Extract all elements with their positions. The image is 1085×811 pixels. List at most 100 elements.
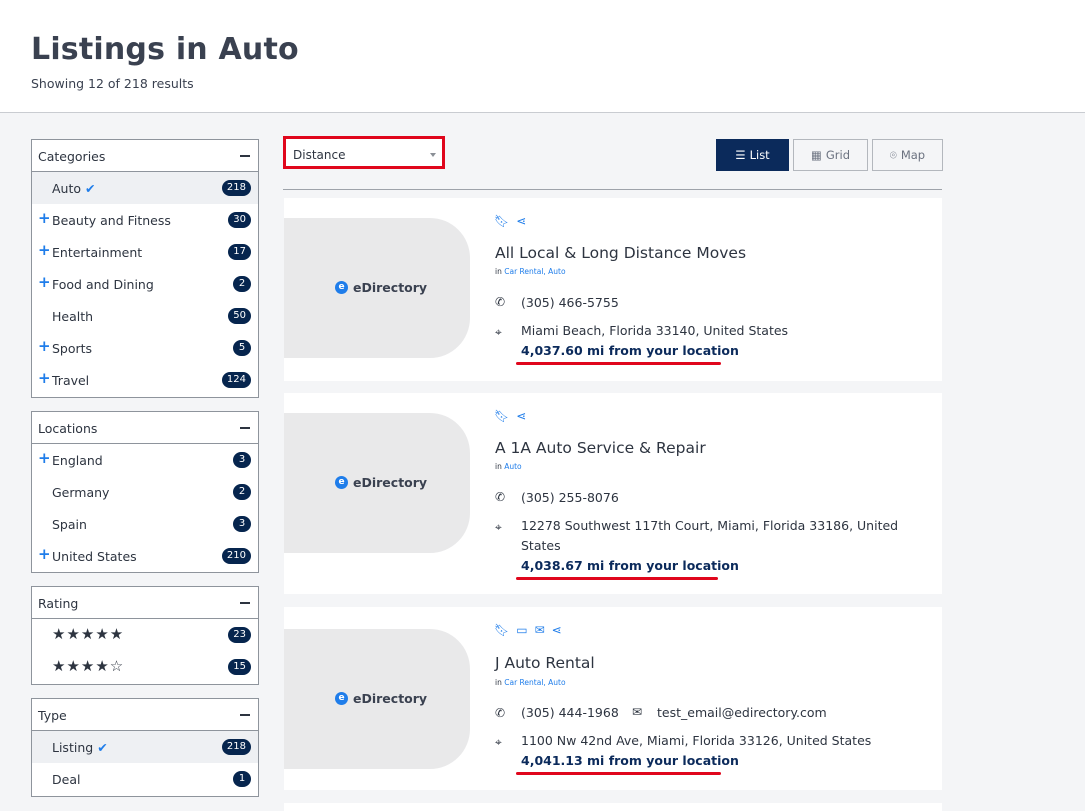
location-item-germany[interactable]: Germany 2 bbox=[32, 476, 258, 508]
plus-icon[interactable]: + bbox=[38, 339, 51, 354]
map-marker-icon: ⌖ bbox=[495, 735, 502, 749]
chevron-down-icon bbox=[430, 153, 436, 157]
location-item-spain[interactable]: Spain 3 bbox=[32, 508, 258, 540]
category-item-travel[interactable]: + Travel 124 bbox=[32, 364, 258, 396]
page-header: Listings in Auto Showing 12 of 218 resul… bbox=[0, 0, 1085, 113]
location-item-united-states[interactable]: + United States 210 bbox=[32, 540, 258, 572]
map-marker-icon: ⌖ bbox=[495, 325, 502, 339]
listing-card: e eDirectory 🔖︎ ⋖ A 1A Auto Service & Rep… bbox=[284, 393, 942, 594]
count-badge: 210 bbox=[221, 548, 251, 564]
listing-distance: 4,038.67 mi from your location bbox=[521, 558, 739, 573]
listing-card: e eDirectory 🔖︎ ▭ ✉ ⋖ J Auto Rental in Ca… bbox=[284, 607, 942, 790]
count-badge: 218 bbox=[221, 180, 251, 196]
category-item-food-and-dining[interactable]: + Food and Dining 2 bbox=[32, 268, 258, 300]
rating-item-4-stars[interactable]: ★★★★☆ 15 bbox=[32, 651, 258, 683]
plus-icon[interactable]: + bbox=[38, 451, 51, 466]
envelope-icon[interactable]: ✉ bbox=[535, 623, 545, 637]
category-item-auto[interactable]: Auto ✔ 218 bbox=[32, 172, 258, 204]
count-badge: 3 bbox=[233, 452, 251, 468]
results-count: Showing 12 of 218 results bbox=[31, 76, 194, 91]
rating-item-5-stars[interactable]: ★★★★★ 23 bbox=[32, 619, 258, 651]
listing-card-partial bbox=[284, 803, 942, 811]
list-view-button[interactable]: ☰ List bbox=[716, 139, 789, 171]
count-badge: 1 bbox=[233, 771, 251, 787]
listing-actions: 🔖︎ ⋖ bbox=[494, 409, 526, 423]
share-icon[interactable]: ⋖ bbox=[552, 623, 562, 637]
four-stars-icon: ★★★★☆ bbox=[52, 657, 125, 675]
locations-filter: Locations + England 3 Germany 2 Spain 3 … bbox=[31, 411, 259, 573]
collapse-icon[interactable] bbox=[240, 602, 250, 604]
listing-image[interactable]: e eDirectory bbox=[284, 629, 470, 769]
grid-icon: ▦ bbox=[810, 148, 822, 162]
listing-title[interactable]: A 1A Auto Service & Repair bbox=[495, 439, 706, 457]
distance-highlight bbox=[516, 362, 721, 365]
collapse-icon[interactable] bbox=[240, 714, 250, 716]
type-item-listing[interactable]: Listing ✔ 218 bbox=[32, 731, 258, 763]
listing-email[interactable]: test_email@edirectory.com bbox=[657, 703, 827, 723]
count-badge: 2 bbox=[233, 484, 251, 500]
collapse-icon[interactable] bbox=[240, 427, 250, 429]
category-label: Beauty and Fitness bbox=[52, 213, 171, 228]
listing-address: Miami Beach, Florida 33140, United State… bbox=[521, 323, 789, 338]
categories-filter-title: Categories bbox=[38, 149, 106, 164]
bookmark-icon[interactable]: 🔖︎ bbox=[494, 409, 509, 423]
categories-filter: Categories Auto ✔ 218 + Beauty and Fitnes… bbox=[31, 139, 259, 398]
listing-categories: in Car Rental, Auto bbox=[495, 678, 566, 687]
listing-distance: 4,041.13 mi from your location bbox=[521, 753, 739, 768]
plus-icon[interactable]: + bbox=[38, 547, 51, 562]
type-label: Listing bbox=[52, 740, 94, 755]
category-item-entertainment[interactable]: + Entertainment 17 bbox=[32, 236, 258, 268]
listing-image[interactable]: e eDirectory bbox=[284, 413, 470, 553]
page-title: Listings in Auto bbox=[31, 32, 299, 67]
collapse-icon[interactable] bbox=[240, 155, 250, 157]
category-item-sports[interactable]: + Sports 5 bbox=[32, 332, 258, 364]
check-icon: ✔ bbox=[97, 740, 108, 755]
sort-select[interactable]: Distance bbox=[283, 136, 445, 169]
map-view-button[interactable]: ⌾ Map bbox=[872, 139, 943, 171]
listing-title[interactable]: J Auto Rental bbox=[495, 654, 595, 672]
map-marker-icon: ⌾ bbox=[889, 147, 897, 162]
category-link[interactable]: Car Rental, Auto bbox=[504, 267, 565, 276]
edirectory-logo-icon: e bbox=[335, 692, 348, 705]
listing-title[interactable]: All Local & Long Distance Moves bbox=[495, 244, 746, 262]
count-badge: 15 bbox=[228, 659, 251, 675]
listing-image[interactable]: e eDirectory bbox=[284, 218, 470, 358]
category-link[interactable]: Car Rental, Auto bbox=[504, 678, 565, 687]
count-badge: 17 bbox=[228, 244, 251, 260]
locations-filter-header: Locations bbox=[32, 412, 258, 444]
type-item-deal[interactable]: Deal 1 bbox=[32, 763, 258, 795]
listing-categories: in Car Rental, Auto bbox=[495, 267, 566, 276]
category-label: Sports bbox=[52, 341, 93, 356]
check-icon: ✔ bbox=[85, 181, 96, 196]
category-item-beauty-and-fitness[interactable]: + Beauty and Fitness 30 bbox=[32, 204, 258, 236]
bookmark-icon[interactable]: 🔖︎ bbox=[494, 214, 509, 228]
listing-address: 12278 Southwest 117th Court, Miami, Flor… bbox=[521, 518, 899, 553]
listing-actions: 🔖︎ ⋖ bbox=[494, 214, 526, 228]
edirectory-logo-icon: e bbox=[335, 476, 348, 489]
plus-icon[interactable]: + bbox=[38, 371, 51, 386]
monitor-icon[interactable]: ▭ bbox=[516, 623, 527, 637]
plus-icon[interactable]: + bbox=[38, 243, 51, 258]
plus-icon[interactable]: + bbox=[38, 211, 51, 226]
location-label: England bbox=[52, 453, 103, 468]
locations-filter-title: Locations bbox=[38, 421, 98, 436]
count-badge: 124 bbox=[221, 372, 251, 388]
share-icon[interactable]: ⋖ bbox=[516, 214, 526, 228]
edirectory-logo-icon: e bbox=[335, 281, 348, 294]
share-icon[interactable]: ⋖ bbox=[516, 409, 526, 423]
plus-icon[interactable]: + bbox=[38, 275, 51, 290]
category-item-health[interactable]: Health 50 bbox=[32, 300, 258, 332]
grid-view-button[interactable]: ▦ Grid bbox=[793, 139, 868, 171]
type-filter-header: Type bbox=[32, 699, 258, 731]
listing-categories: in Auto bbox=[495, 462, 522, 471]
location-item-england[interactable]: + England 3 bbox=[32, 444, 258, 476]
count-badge: 3 bbox=[233, 516, 251, 532]
listing-actions: 🔖︎ ▭ ✉ ⋖ bbox=[494, 623, 562, 637]
sort-select-value: Distance bbox=[293, 148, 346, 162]
category-link[interactable]: Auto bbox=[504, 462, 521, 471]
phone-icon: ✆ bbox=[495, 706, 506, 720]
rating-filter-header: Rating bbox=[32, 587, 258, 619]
count-badge: 218 bbox=[221, 739, 251, 755]
bookmark-icon[interactable]: 🔖︎ bbox=[494, 623, 509, 637]
distance-highlight bbox=[516, 772, 721, 775]
